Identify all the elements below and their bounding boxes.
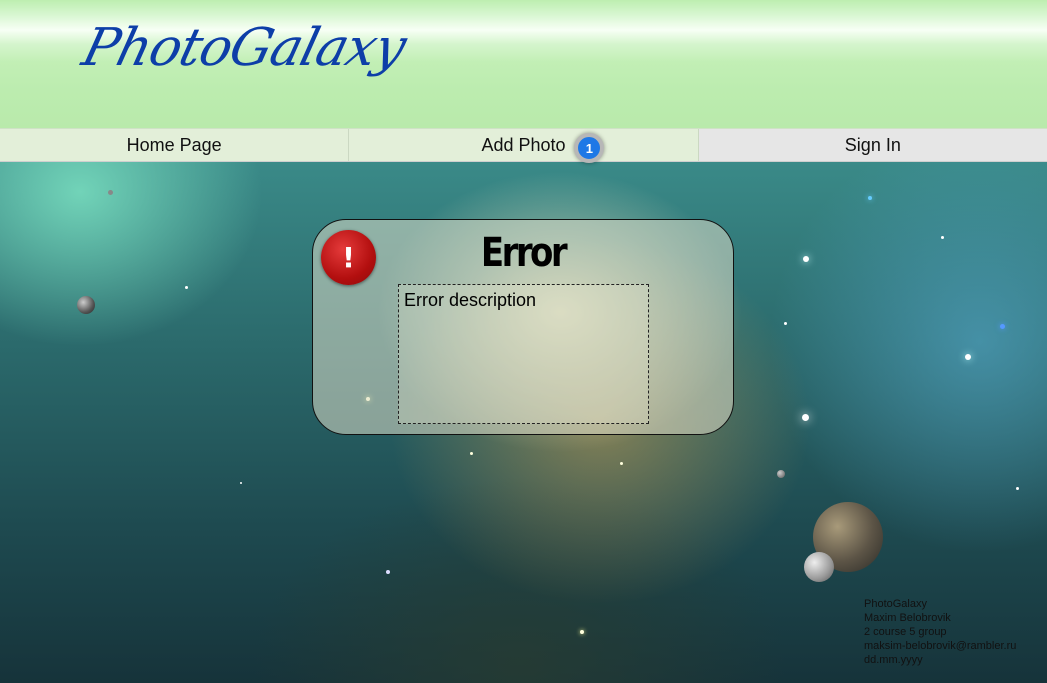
site-logo[interactable]: PhotoGalaxy bbox=[77, 18, 412, 78]
star bbox=[108, 190, 113, 195]
nav-add-photo[interactable]: Add Photo 1 bbox=[349, 129, 699, 163]
star bbox=[784, 322, 787, 325]
planet-small-left bbox=[77, 296, 95, 314]
star bbox=[1016, 487, 1019, 490]
star bbox=[185, 286, 188, 289]
footer-author: Maxim Belobrovik bbox=[864, 612, 951, 624]
footer-date: dd.mm.yyyy bbox=[864, 654, 923, 666]
nav-add-photo-label: Add Photo bbox=[481, 134, 566, 155]
planet-tiny bbox=[777, 470, 785, 478]
footer-email[interactable]: maksim-belobrovik@rambler.ru bbox=[864, 639, 1016, 653]
star bbox=[240, 482, 242, 484]
star bbox=[580, 630, 584, 634]
planet-moon bbox=[804, 552, 834, 582]
notification-badge: 1 bbox=[574, 133, 605, 163]
page: PhotoGalaxy Home Page Add Photo 1 Sign I… bbox=[0, 0, 1047, 683]
star bbox=[470, 452, 473, 455]
nav-sign-in-label: Sign In bbox=[844, 134, 901, 155]
star bbox=[386, 570, 390, 574]
star bbox=[620, 462, 623, 465]
star bbox=[941, 236, 944, 239]
footer: PhotoGalaxy Maxim Belobrovik 2 course 5 … bbox=[864, 597, 1016, 667]
star bbox=[1000, 324, 1005, 329]
error-title: Error bbox=[480, 230, 568, 276]
star bbox=[802, 414, 809, 421]
main-nav: Home Page Add Photo 1 Sign In bbox=[0, 128, 1047, 163]
footer-site-name: PhotoGalaxy bbox=[864, 598, 927, 610]
footer-course: 2 course 5 group bbox=[864, 626, 947, 638]
error-dialog: ! Error Error description bbox=[312, 219, 734, 435]
nav-home-page-label: Home Page bbox=[126, 134, 222, 155]
nav-home-page[interactable]: Home Page bbox=[0, 129, 350, 161]
error-description: Error description bbox=[398, 284, 649, 424]
header: PhotoGalaxy bbox=[0, 0, 1047, 128]
star bbox=[803, 256, 809, 262]
nav-sign-in[interactable]: Sign In bbox=[698, 129, 1047, 161]
star bbox=[965, 354, 971, 360]
star bbox=[868, 196, 872, 200]
